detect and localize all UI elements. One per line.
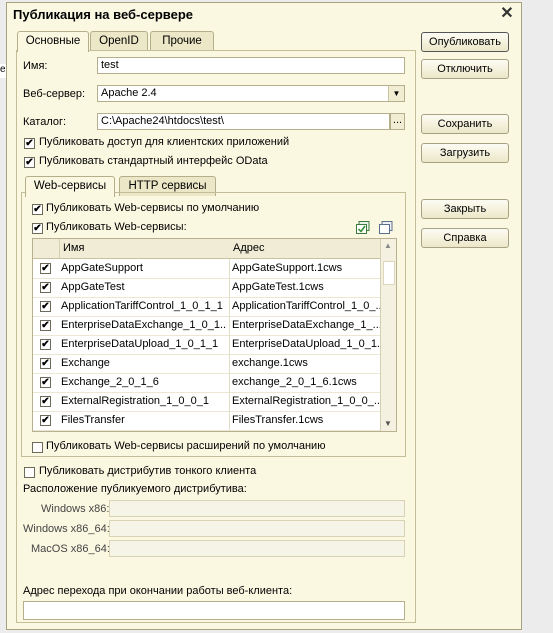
table-scrollbar[interactable]: ▲ ▼ <box>380 239 396 431</box>
exit-url-input[interactable] <box>23 601 405 620</box>
load-button[interactable]: Загрузить <box>421 143 509 163</box>
row-address: FilesTransfer.1cws <box>232 414 324 426</box>
win86-input[interactable] <box>109 500 405 517</box>
column-divider <box>229 297 230 316</box>
publish-odata-checkbox[interactable]: ✔ <box>24 157 35 168</box>
tab-web-services[interactable]: Web-сервисы <box>25 176 115 197</box>
web-services-table: Имя Адрес ✔ AppGateSupport AppGateSupport.… <box>32 238 397 432</box>
row-address: AppGateTest.1cws <box>232 281 324 293</box>
row-name: EnterpriseDataUpload_1_0_1_1 <box>61 338 219 350</box>
row-address: ExternalRegistration_1_0_0_... <box>232 395 380 407</box>
close-icon[interactable]: ✕ <box>499 5 515 23</box>
column-divider <box>229 259 230 278</box>
catalog-input[interactable]: C:\Apache24\htdocs\test\ <box>97 113 390 130</box>
row-checkbox[interactable]: ✔ <box>40 282 51 293</box>
row-name: EnterpriseDataExchange_1_0_1... <box>61 319 227 331</box>
table-row[interactable]: ✔ AppGateTest AppGateTest.1cws <box>33 278 381 298</box>
scroll-up-icon[interactable]: ▲ <box>384 241 392 250</box>
table-row[interactable]: ✔ FilesTransfer FilesTransfer.1cws <box>33 411 381 431</box>
scroll-down-icon[interactable]: ▼ <box>384 419 392 428</box>
publish-extensions-checkbox[interactable] <box>32 442 43 453</box>
publish-extensions-label: Публиковать Web-сервисы расширений по ум… <box>46 440 326 452</box>
row-name: ApplicationTariffControl_1_0_1_1 <box>61 300 223 312</box>
exit-url-label: Адрес перехода при окончании работы веб-… <box>23 585 293 597</box>
publish-ws-checkbox[interactable]: ✔ <box>32 223 43 234</box>
table-row[interactable]: ✔ Exchange_2_0_1_6 exchange_2_0_1_6.1cws <box>33 373 381 393</box>
disable-button[interactable]: Отключить <box>421 59 509 79</box>
column-divider <box>229 373 230 392</box>
table-header-check <box>33 239 60 259</box>
mac64-input[interactable] <box>109 540 405 557</box>
win86-label: Windows x86: <box>41 503 110 515</box>
tab-openid[interactable]: OpenID <box>90 31 148 51</box>
row-address: ApplicationTariffControl_1_0_... <box>232 300 380 312</box>
row-name: ExternalRegistration_1_0_0_1 <box>61 395 209 407</box>
row-name: AppGateTest <box>61 281 125 293</box>
table-row[interactable]: ✔ EnterpriseDataUpload_1_0_1_1 EnterpriseD… <box>33 335 381 355</box>
row-checkbox[interactable]: ✔ <box>40 263 51 274</box>
table-row[interactable]: ✔ AppGateSupport AppGateSupport.1cws <box>33 259 381 279</box>
publish-ws-default-checkbox[interactable]: ✔ <box>32 204 43 215</box>
publish-client-apps-checkbox[interactable]: ✔ <box>24 138 35 149</box>
row-checkbox[interactable]: ✔ <box>40 415 51 426</box>
name-label: Имя: <box>23 60 48 72</box>
row-checkbox[interactable]: ✔ <box>40 301 51 312</box>
publish-thin-client-checkbox[interactable] <box>24 467 35 478</box>
publish-dialog: Публикация на веб-сервере ✕ Основные Ope… <box>6 2 522 630</box>
distrib-location-label: Расположение публикуемого дистрибутива: <box>23 483 247 495</box>
row-checkbox[interactable]: ✔ <box>40 396 51 407</box>
dialog-title: Публикация на веб-сервере <box>7 3 521 27</box>
row-name: Exchange <box>61 357 110 369</box>
column-divider <box>229 354 230 373</box>
row-checkbox[interactable]: ✔ <box>40 320 51 331</box>
row-address: exchange.1cws <box>232 357 308 369</box>
column-divider <box>229 411 230 430</box>
webserver-select[interactable]: Apache 2.4 ▼ <box>97 85 405 102</box>
publish-thin-client-label: Публиковать дистрибутив тонкого клиента <box>39 465 257 477</box>
column-divider <box>229 392 230 411</box>
row-address: AppGateSupport.1cws <box>232 262 343 274</box>
table-row[interactable]: ✔ Exchange exchange.1cws <box>33 354 381 374</box>
row-checkbox[interactable]: ✔ <box>40 377 51 388</box>
publish-odata-label: Публиковать стандартный интерфейс OData <box>39 155 268 167</box>
tab-other[interactable]: Прочие <box>150 31 214 51</box>
scrollbar-thumb[interactable] <box>383 261 395 285</box>
browse-button[interactable]: ... <box>390 113 405 130</box>
win64-input[interactable] <box>109 520 405 537</box>
win64-label: Windows x86_64: <box>23 523 110 535</box>
row-checkbox[interactable]: ✔ <box>40 339 51 350</box>
row-name: AppGateSupport <box>61 262 143 274</box>
uncheck-all-icon[interactable] <box>379 221 393 234</box>
row-address: EnterpriseDataUpload_1_0_1... <box>232 338 380 350</box>
column-divider <box>229 316 230 335</box>
webserver-label: Веб-сервер: <box>23 88 86 100</box>
publish-ws-label: Публиковать Web-сервисы: <box>46 221 187 233</box>
chevron-down-icon[interactable]: ▼ <box>388 86 404 101</box>
row-address: EnterpriseDataExchange_1_... <box>232 319 380 331</box>
save-button[interactable]: Сохранить <box>421 114 509 134</box>
row-checkbox[interactable]: ✔ <box>40 358 51 369</box>
row-name: Exchange_2_0_1_6 <box>61 376 159 388</box>
table-header-address[interactable]: Адрес <box>231 239 383 259</box>
catalog-label: Каталог: <box>23 116 67 128</box>
close-button[interactable]: Закрыть <box>421 199 509 219</box>
publish-button[interactable]: Опубликовать <box>421 32 509 52</box>
tab-main[interactable]: Основные <box>17 31 89 52</box>
table-row[interactable]: ✔ ApplicationTariffControl_1_0_1_1 Applica… <box>33 297 381 317</box>
table-row[interactable]: ✔ ExternalRegistration_1_0_0_1 ExternalReg… <box>33 392 381 412</box>
row-name: FilesTransfer <box>61 414 125 426</box>
publish-ws-default-label: Публиковать Web-сервисы по умолчанию <box>46 202 260 214</box>
name-input[interactable]: test <box>97 57 405 74</box>
webserver-value: Apache 2.4 <box>101 87 157 99</box>
row-address: exchange_2_0_1_6.1cws <box>232 376 357 388</box>
mac64-label: MacOS x86_64: <box>31 543 110 555</box>
column-divider <box>229 278 230 297</box>
help-button[interactable]: Справка <box>421 228 509 248</box>
table-header-name[interactable]: Имя <box>60 239 232 259</box>
column-divider <box>229 335 230 354</box>
publish-client-apps-label: Публиковать доступ для клиентских прилож… <box>39 136 290 148</box>
table-row[interactable]: ✔ EnterpriseDataExchange_1_0_1... Enterpri… <box>33 316 381 336</box>
check-all-icon[interactable] <box>356 221 370 234</box>
